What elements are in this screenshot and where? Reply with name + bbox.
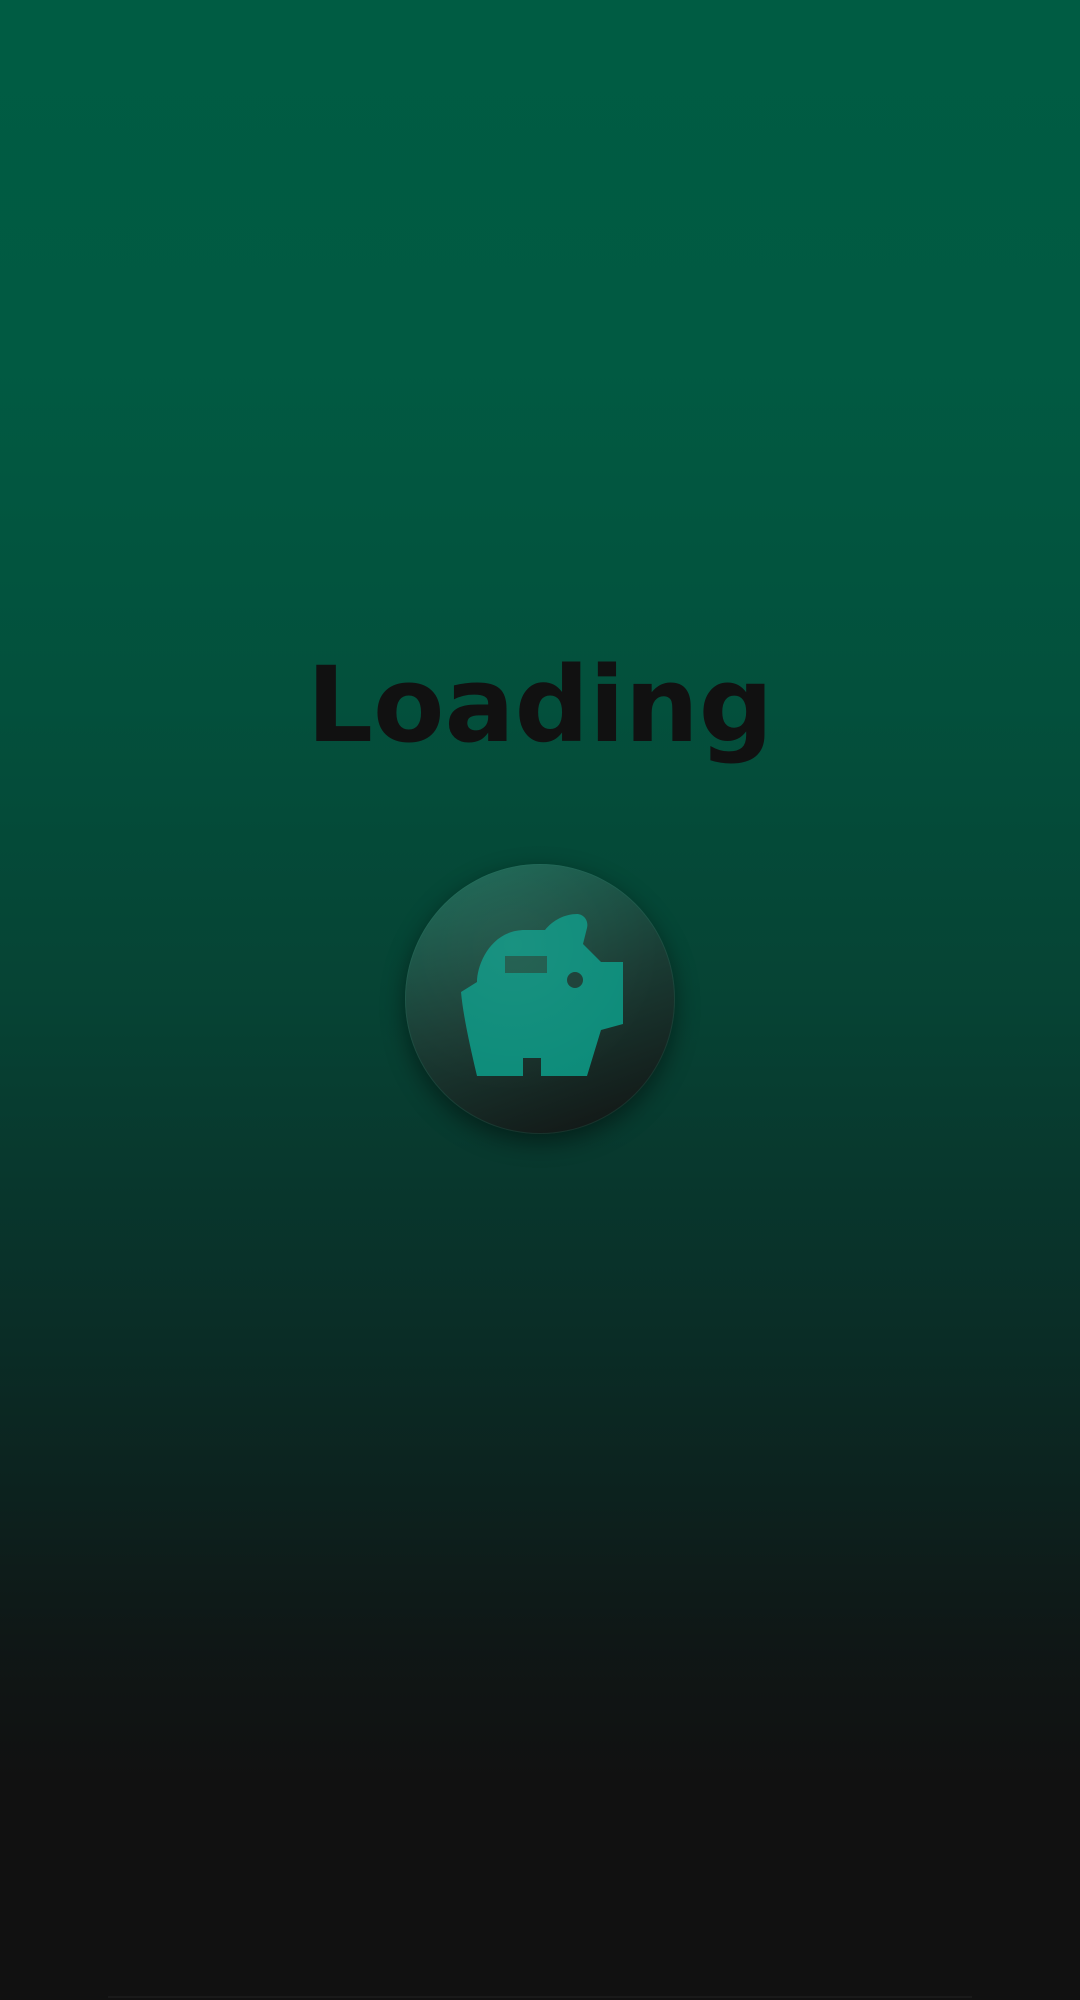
loading-title: Loading [306, 644, 774, 766]
navigation-hint-line [108, 1996, 972, 1998]
loading-screen: Loading [0, 0, 1080, 2000]
piggy-bank-icon [461, 914, 623, 1076]
app-logo [405, 864, 675, 1134]
